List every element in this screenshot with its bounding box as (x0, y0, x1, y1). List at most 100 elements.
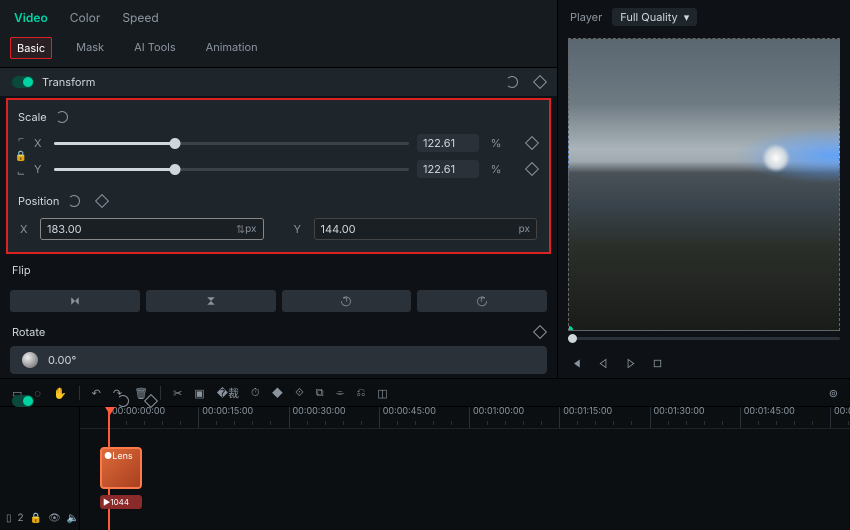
flip-title: Flip (12, 263, 31, 277)
rotate-knob[interactable] (22, 352, 38, 368)
position-y-input[interactable]: 144.00 px (314, 218, 538, 240)
scale-x-row: X 122.61 % (28, 130, 543, 156)
clip-lens-label: Lens (112, 451, 132, 462)
position-y-axis-label: Y (294, 222, 306, 236)
position-title: Position (18, 194, 59, 208)
scale-header: Scale (14, 104, 543, 130)
clip-1044-label: 1044 (110, 497, 129, 507)
subtab-basic[interactable]: Basic (10, 37, 52, 59)
rotate-keyframe-icon[interactable] (527, 323, 545, 341)
play-back-button[interactable] (597, 357, 610, 370)
clip-thumb-icon: ▶ (103, 497, 110, 507)
inspector-panel: Video Color Speed Basic Mask AI Tools An… (0, 0, 558, 378)
tool-lasso-icon[interactable]: ◌ (34, 386, 41, 400)
subtab-mask[interactable]: Mask (70, 37, 110, 59)
rotate-ccw-button[interactable] (282, 290, 412, 312)
flip-horizontal-button[interactable] (10, 290, 140, 312)
subtab-ai-tools[interactable]: AI Tools (128, 37, 182, 59)
cut-icon[interactable]: ✂ (173, 386, 182, 400)
tool-a-icon[interactable]: ⟐ (295, 385, 304, 400)
position-reset-icon[interactable] (65, 192, 83, 210)
player-label: Player (570, 10, 602, 24)
rotate-value: 0.00° (48, 353, 76, 367)
position-keyframe-icon[interactable] (89, 192, 107, 210)
rotate-header: Rotate (0, 318, 557, 346)
rotate-ccw-icon (340, 295, 352, 307)
ruler-tick: 00:02:00 (830, 407, 850, 428)
speed-icon[interactable]: ⏱ (251, 385, 260, 400)
prev-frame-button[interactable] (570, 357, 583, 370)
tool-d-icon[interactable]: ⎌ (356, 385, 365, 400)
link-bottom-icon[interactable]: ⌙ (17, 167, 25, 179)
scale-x-slider[interactable] (54, 142, 409, 145)
highlighted-controls: Scale ⌐ 🔒 ⌙ X (6, 98, 551, 254)
scale-x-keyframe-icon[interactable] (519, 134, 537, 152)
trim-icon[interactable]: �裁 (217, 385, 239, 401)
transport-controls (558, 353, 850, 378)
position-x-axis-label: X (20, 222, 32, 236)
scale-x-value[interactable]: 122.61 (417, 134, 479, 152)
flip-vertical-button[interactable] (146, 290, 276, 312)
scale-y-keyframe-icon[interactable] (519, 160, 537, 178)
rotate-title: Rotate (12, 325, 45, 339)
scale-x-axis-label: X (34, 136, 46, 150)
quality-select[interactable]: Full Quality ▾ (612, 8, 697, 26)
flip-header: Flip (0, 256, 557, 284)
timeline-settings-icon[interactable]: ⊚ (829, 386, 838, 400)
undo-icon[interactable]: ↶ (92, 386, 101, 400)
ruler-tick: 00:01:15:00 (559, 407, 612, 428)
ruler-tick: 00:01:45:00 (740, 407, 795, 428)
stepper-icon[interactable]: ⇅ (236, 222, 245, 236)
scale-y-value[interactable]: 122.61 (417, 160, 479, 178)
clip-lens[interactable]: ● Lens (100, 447, 142, 489)
preview-sun-glow (762, 144, 790, 172)
crop-icon[interactable]: ▣ (194, 386, 204, 400)
scale-y-unit: % (487, 162, 505, 176)
scale-title: Scale (18, 110, 47, 124)
position-x-unit: px (245, 223, 256, 235)
clip-1044[interactable]: ▶ 1044 (100, 495, 142, 509)
player-scrubber[interactable] (568, 337, 840, 347)
play-button[interactable] (624, 357, 637, 370)
mute-icon[interactable]: 🔈 (67, 512, 79, 524)
transform-toggle[interactable] (12, 76, 34, 88)
stop-button[interactable] (651, 357, 664, 370)
track-badge: ▯ 2 🔒 👁 🔈 (6, 512, 73, 524)
layer-icon: ▯ (6, 512, 12, 524)
position-inputs-row: X 183.00 ⇅ px Y 144.00 px (14, 214, 543, 244)
track-count: 2 (18, 512, 24, 524)
timeline-track-headers: ▯ 2 🔒 👁 🔈 (0, 407, 80, 530)
player-panel: Player Full Quality ▾ (558, 0, 850, 378)
compositing-toggle[interactable] (12, 395, 34, 407)
tab-speed[interactable]: Speed (122, 10, 158, 25)
video-preview[interactable] (568, 38, 840, 331)
rotate-control[interactable]: 0.00° (10, 346, 547, 374)
marker-icon[interactable]: ◆ (272, 386, 284, 400)
scale-y-slider[interactable] (54, 168, 409, 171)
transform-reset-icon[interactable] (503, 73, 521, 91)
preview-handle[interactable] (568, 326, 573, 331)
tab-color[interactable]: Color (70, 10, 101, 25)
tool-c-icon[interactable]: ⌯ (336, 385, 345, 400)
scale-reset-icon[interactable] (53, 108, 71, 126)
scale-y-axis-label: Y (34, 162, 46, 176)
tool-hand-icon[interactable]: ✋ (53, 386, 67, 400)
timeline-ruler[interactable]: 00:00:00:0000:00:15:0000:00:30:0000:00:4… (80, 407, 850, 429)
tab-video[interactable]: Video (14, 10, 48, 25)
rotate-cw-icon (476, 295, 488, 307)
scale-y-row: Y 122.61 % (28, 156, 543, 182)
lock-icon[interactable]: 🔒 (15, 150, 27, 162)
link-top-icon[interactable]: ⌐ (18, 133, 24, 145)
lock-track-icon[interactable]: 🔒 (30, 512, 42, 524)
tool-e-icon[interactable]: ◫ (377, 386, 387, 400)
position-x-input[interactable]: 183.00 ⇅ px (40, 218, 264, 240)
rotate-cw-button[interactable] (417, 290, 547, 312)
ruler-tick: 00:00:00:00 (108, 407, 165, 428)
transform-keyframe-icon[interactable] (527, 73, 545, 91)
tool-b-icon[interactable]: ⧉ (316, 385, 324, 400)
ruler-tick: 00:01:30:00 (650, 407, 705, 428)
visibility-icon[interactable]: 👁 (48, 512, 61, 524)
ruler-tick: 00:01:00:00 (469, 407, 524, 428)
subtab-animation[interactable]: Animation (200, 37, 264, 59)
timeline-tracks[interactable]: 00:00:00:0000:00:15:0000:00:30:0000:00:4… (80, 407, 850, 530)
